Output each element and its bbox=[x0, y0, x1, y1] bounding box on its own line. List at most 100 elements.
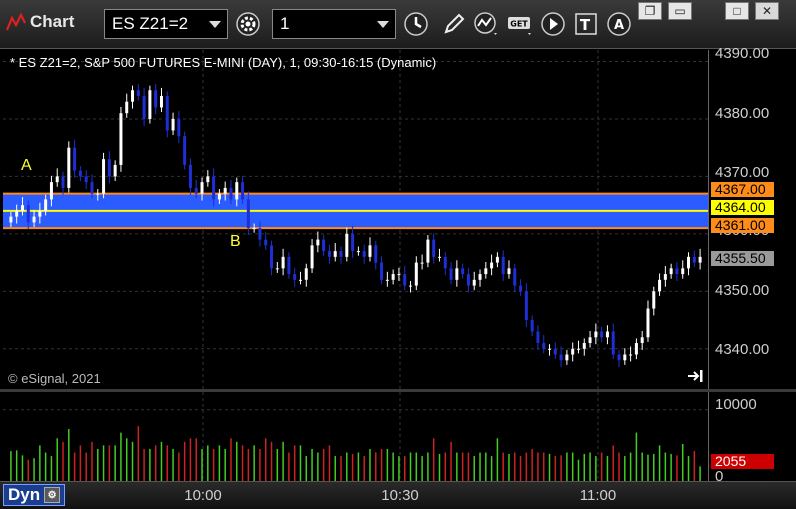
goto-end-icon[interactable] bbox=[687, 369, 705, 383]
candle-body bbox=[629, 354, 633, 356]
minimize-icon[interactable]: ▭ bbox=[668, 2, 692, 20]
trend-curve-icon[interactable] bbox=[472, 10, 500, 38]
candle-body bbox=[437, 256, 441, 258]
candle-body bbox=[159, 95, 163, 108]
candle-body bbox=[652, 291, 656, 309]
svg-text:A: A bbox=[614, 18, 624, 33]
candle-body bbox=[113, 164, 117, 177]
candle-body bbox=[385, 279, 389, 281]
time-tick: 10:30 bbox=[381, 487, 419, 504]
candle-body bbox=[455, 268, 459, 280]
candle-body bbox=[380, 262, 384, 280]
price-tick: 4370.00 bbox=[715, 164, 770, 181]
volume-chart[interactable] bbox=[3, 392, 708, 481]
candle-body bbox=[322, 239, 326, 252]
symbol-value: ES Z21=2 bbox=[112, 14, 189, 33]
time-axis[interactable]: Dyn ⚙ 10:00 10:30 11:00 bbox=[0, 481, 796, 509]
volume-axis[interactable]: 10000 2055 0 bbox=[708, 392, 796, 484]
close-icon[interactable]: ✕ bbox=[755, 2, 779, 20]
play-icon[interactable] bbox=[539, 10, 567, 38]
volume-pane[interactable] bbox=[3, 392, 708, 481]
candle-body bbox=[327, 251, 331, 257]
get-data-icon[interactable]: GET bbox=[506, 10, 534, 38]
window-title-text: Chart bbox=[30, 12, 75, 31]
price-axis[interactable]: 4390.00 4380.00 4370.00 4360.00 4350.00 … bbox=[708, 46, 796, 389]
candle-body bbox=[171, 118, 175, 131]
candle-body bbox=[252, 228, 256, 230]
candle-body bbox=[96, 193, 100, 195]
candle-body bbox=[640, 337, 644, 344]
candle-body bbox=[84, 176, 88, 183]
candle-body bbox=[542, 343, 546, 349]
candle-body bbox=[501, 256, 505, 275]
candle-body bbox=[270, 245, 274, 269]
candle-body bbox=[148, 90, 152, 119]
candle-body bbox=[449, 268, 453, 280]
price-tick: 4390.00 bbox=[715, 45, 770, 62]
candle-body bbox=[142, 95, 146, 119]
candle-body bbox=[212, 176, 216, 200]
dynamic-button[interactable]: Dyn ⚙ bbox=[3, 484, 66, 506]
interval-combobox[interactable]: 1 bbox=[272, 9, 396, 39]
candle-body bbox=[507, 268, 511, 275]
level-tag-upper[interactable]: 4367.00 bbox=[711, 182, 774, 197]
candle-body bbox=[617, 354, 621, 361]
symbol-combobox[interactable]: ES Z21=2 bbox=[104, 9, 228, 39]
chart-app-icon bbox=[6, 13, 26, 31]
settings-gear-icon[interactable] bbox=[234, 10, 262, 38]
candle-body bbox=[356, 251, 360, 253]
level-tag-middle[interactable]: 4364.00 bbox=[711, 200, 774, 215]
candle-body bbox=[623, 354, 627, 361]
candle-body bbox=[188, 164, 192, 188]
candle-body bbox=[513, 268, 517, 286]
candle-body bbox=[217, 193, 221, 200]
svg-text:GET: GET bbox=[510, 20, 528, 29]
candle-body bbox=[576, 348, 580, 350]
chevron-down-icon[interactable] bbox=[377, 21, 389, 28]
price-pane[interactable]: * ES Z21=2, S&P 500 FUTURES E-MINI (DAY)… bbox=[3, 50, 708, 389]
candle-body bbox=[49, 182, 53, 200]
interval-value: 1 bbox=[280, 14, 290, 33]
candle-body bbox=[605, 331, 609, 338]
candle-body bbox=[466, 274, 470, 286]
candle-body bbox=[275, 268, 279, 270]
clock-icon[interactable] bbox=[402, 10, 430, 38]
candle-body bbox=[339, 251, 343, 257]
candle-body bbox=[32, 216, 36, 223]
chart-settings-icon[interactable]: ⚙ bbox=[44, 487, 61, 503]
text-tool-icon[interactable]: T bbox=[572, 10, 600, 38]
candle-body bbox=[646, 308, 650, 338]
candle-body bbox=[293, 274, 297, 280]
candle-body bbox=[258, 228, 262, 240]
window-title: Chart bbox=[6, 12, 74, 32]
candle-body bbox=[20, 205, 24, 211]
candle-body bbox=[345, 233, 349, 257]
alert-icon[interactable]: A bbox=[605, 10, 633, 38]
candle-body bbox=[136, 90, 140, 96]
candle-body bbox=[403, 274, 407, 286]
maximize-icon[interactable]: □ bbox=[725, 2, 749, 20]
candle-body bbox=[229, 187, 233, 200]
candle-body bbox=[588, 337, 592, 344]
price-chart[interactable] bbox=[3, 50, 708, 389]
price-tick: 4350.00 bbox=[715, 282, 770, 299]
candle-body bbox=[235, 182, 239, 200]
annotation-b[interactable]: B bbox=[230, 233, 241, 251]
time-tick: 10:00 bbox=[184, 487, 222, 504]
candle-body bbox=[125, 101, 129, 114]
annotation-a[interactable]: A bbox=[21, 157, 32, 175]
pencil-draw-icon[interactable] bbox=[440, 10, 468, 38]
candle-body bbox=[391, 274, 395, 280]
candle-body bbox=[200, 182, 204, 194]
candle-body bbox=[165, 95, 169, 131]
candle-body bbox=[669, 268, 673, 275]
chevron-down-icon[interactable] bbox=[209, 21, 221, 28]
candle-body bbox=[698, 256, 702, 263]
candle-body bbox=[78, 170, 82, 177]
candle-body bbox=[333, 251, 337, 257]
candle-body bbox=[478, 274, 482, 280]
volume-tick-top: 10000 bbox=[715, 396, 757, 413]
restore-icon[interactable]: ❐ bbox=[638, 2, 662, 20]
copyright-text: © eSignal, 2021 bbox=[8, 371, 101, 386]
level-tag-lower[interactable]: 4361.00 bbox=[711, 218, 774, 233]
